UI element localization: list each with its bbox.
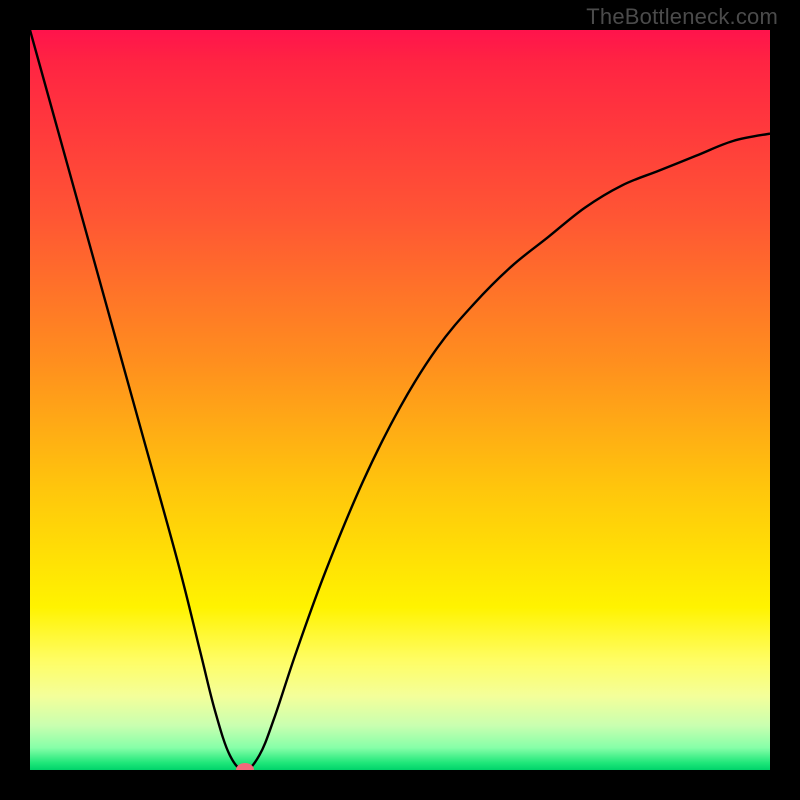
bottleneck-marker-icon [236, 763, 254, 770]
plot-area [30, 30, 770, 770]
curve-path [30, 30, 770, 770]
bottleneck-curve [30, 30, 770, 770]
watermark-text: TheBottleneck.com [586, 4, 778, 30]
chart-frame: TheBottleneck.com [0, 0, 800, 800]
